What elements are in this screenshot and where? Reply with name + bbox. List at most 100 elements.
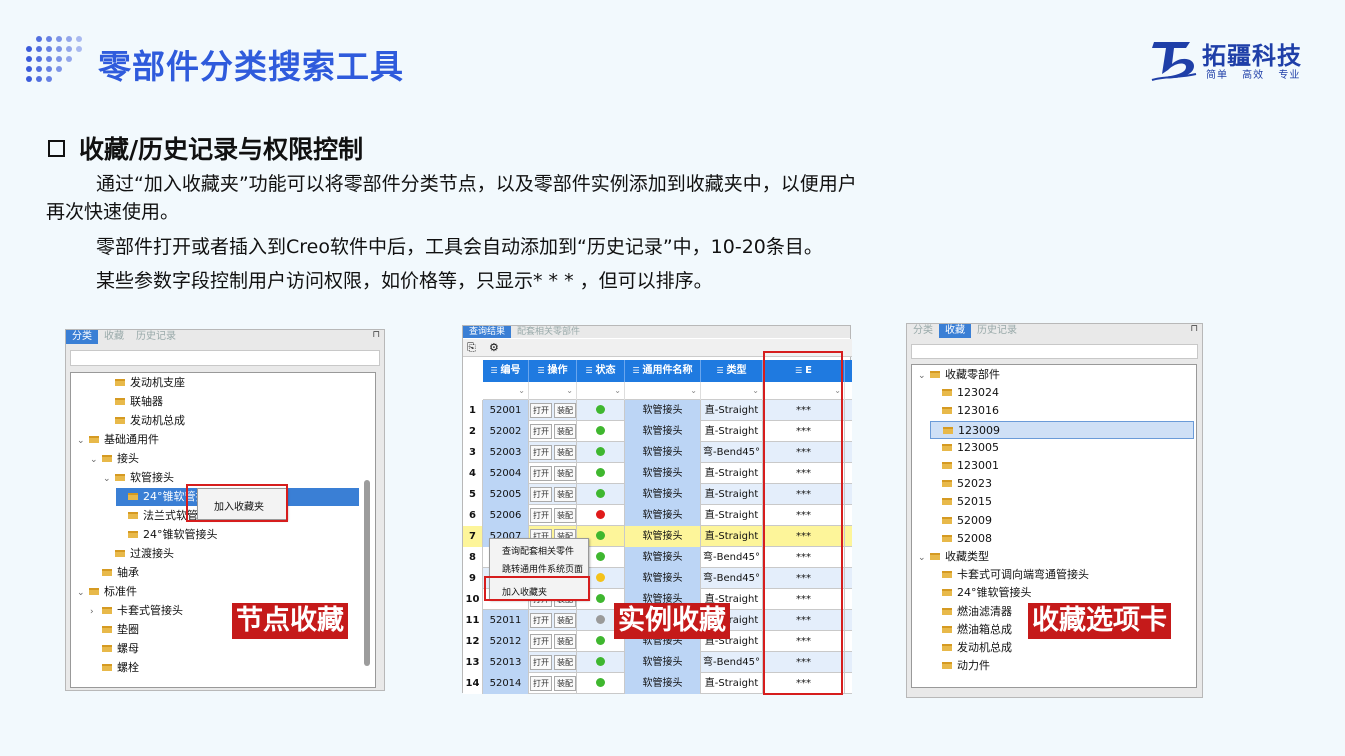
chevron-down-icon[interactable]: ⌄ — [77, 432, 89, 450]
tree-node[interactable]: 123016 — [930, 402, 999, 420]
chevron-down-icon[interactable]: ⌄ — [90, 451, 102, 469]
tab-query-results[interactable]: 查询结果 — [463, 326, 512, 338]
tree-node[interactable]: ⌄ 标准件 — [77, 583, 137, 601]
open-button[interactable]: 打开 — [530, 445, 552, 460]
chevron-down-icon[interactable]: ⌄ — [103, 470, 115, 488]
jump-to-system-menu-item[interactable]: 跳转通用件系统页面 — [502, 562, 583, 575]
filter-icon[interactable]: ☰ — [538, 366, 548, 375]
settings-icon[interactable]: ⚙ — [489, 341, 499, 354]
query-related-parts-menu-item[interactable]: 查询配套相关零件 — [502, 544, 574, 557]
tree-node[interactable]: 52008 — [930, 530, 992, 548]
open-button[interactable]: 打开 — [530, 655, 552, 670]
tree-node[interactable]: ⌄ 软管接头 — [103, 469, 174, 487]
tree-node[interactable]: 24°锥软管接头 — [116, 526, 218, 544]
favorites-tree[interactable]: ⌄ 收藏零部件 123024 123016 123009 123005 123001 5202… — [911, 364, 1197, 688]
filter-icon[interactable]: ☰ — [491, 366, 501, 375]
tab-history[interactable]: 历史记录 — [971, 324, 1023, 338]
assemble-button[interactable]: 装配 — [554, 613, 576, 628]
tree-node[interactable]: 发动机总成 — [103, 412, 185, 430]
tree-node[interactable]: 123024 — [930, 384, 999, 402]
chevron-down-icon[interactable]: ⌄ — [77, 584, 89, 602]
tab-favorites[interactable]: 收藏 — [98, 330, 130, 344]
open-button[interactable]: 打开 — [530, 424, 552, 439]
tree-node[interactable]: 垫圈 — [90, 621, 139, 639]
open-button[interactable]: 打开 — [530, 613, 552, 628]
tree-node[interactable]: 动力件 — [930, 657, 990, 675]
column-filter-dropdown[interactable]: ⌄ — [625, 382, 701, 400]
chevron-down-icon[interactable]: ⌄ — [918, 549, 930, 567]
open-button[interactable]: 打开 — [530, 466, 552, 481]
tree-node[interactable]: 123009 — [930, 420, 1194, 439]
open-button[interactable]: 打开 — [530, 487, 552, 502]
part-id: 52003 — [483, 442, 529, 463]
tree-node[interactable]: ⌄ 基础通用件 — [77, 431, 159, 449]
tree-node[interactable]: 24°锥软管接头 — [930, 584, 1032, 602]
column-filter-dropdown[interactable]: ⌄ — [701, 382, 763, 400]
assemble-button[interactable]: 装配 — [554, 403, 576, 418]
tree-node[interactable]: 螺栓 — [90, 659, 139, 677]
classification-tree[interactable]: 发动机支座 联轴器 发动机总成 ⌄ 基础通用件 ⌄ 接头 ⌄ 软管接头 24°锥软管接头 法兰式软管… — [70, 372, 376, 688]
tree-node[interactable]: 52009 — [930, 512, 992, 530]
assemble-button[interactable]: 装配 — [554, 424, 576, 439]
column-header[interactable]: ☰ 编号 — [483, 360, 529, 382]
tree-node-label: 发动机支座 — [130, 376, 185, 389]
folder-icon — [942, 389, 952, 397]
assemble-button[interactable]: 装配 — [554, 466, 576, 481]
tree-node[interactable]: 过渡接头 — [103, 545, 174, 563]
folder-icon — [942, 462, 952, 469]
row-actions: 打开装配 — [529, 466, 576, 481]
assemble-button[interactable]: 装配 — [554, 445, 576, 460]
tree-node[interactable]: 卡套式可调向端弯通管接头 — [930, 566, 1089, 584]
open-button[interactable]: 打开 — [530, 634, 552, 649]
tree-node[interactable]: 发动机支座 — [103, 374, 185, 392]
tab-favorites[interactable]: 收藏 — [939, 324, 971, 338]
tree-node[interactable]: 燃油滤清器 — [930, 603, 1012, 621]
chevron-right-icon[interactable]: › — [90, 603, 102, 621]
assemble-button[interactable]: 装配 — [554, 487, 576, 502]
filter-icon[interactable]: ☰ — [586, 366, 596, 375]
tab-classification[interactable]: 分类 — [907, 324, 939, 338]
search-input[interactable] — [911, 344, 1198, 359]
pin-icon[interactable]: ⊓ — [1190, 324, 1198, 334]
tree-node[interactable]: 轴承 — [90, 564, 139, 582]
pin-icon[interactable]: ⊓ — [372, 330, 380, 340]
assemble-button[interactable]: 装配 — [554, 676, 576, 691]
search-input[interactable] — [70, 350, 380, 366]
filter-icon[interactable]: ☰ — [633, 366, 643, 375]
open-button[interactable]: 打开 — [530, 508, 552, 523]
tree-node[interactable]: ⌄ 接头 — [90, 450, 139, 468]
column-header[interactable]: ☰ 通用件名称 — [625, 360, 701, 382]
tab-classification[interactable]: 分类 — [66, 330, 98, 344]
tree-scrollbar[interactable] — [364, 480, 370, 666]
filter-icon[interactable]: ☰ — [717, 366, 727, 375]
column-header[interactable]: ☰ 操作 — [529, 360, 577, 382]
tree-node[interactable]: 发动机总成 — [930, 639, 1012, 657]
column-filter-dropdown[interactable]: ⌄ — [529, 382, 577, 400]
tree-node[interactable]: 123001 — [930, 457, 999, 475]
assemble-button[interactable]: 装配 — [554, 508, 576, 523]
export-icon[interactable]: ⎘ — [467, 341, 476, 355]
tree-node[interactable]: 燃油箱总成 — [930, 621, 1012, 639]
tab-related-parts[interactable]: 配套相关零部件 — [511, 326, 586, 338]
tree-node[interactable]: 123005 — [930, 439, 999, 457]
tab-history[interactable]: 历史记录 — [130, 330, 182, 344]
column-header[interactable]: ☰ 状态 — [577, 360, 625, 382]
tree-node[interactable]: 螺母 — [90, 640, 139, 658]
open-button[interactable]: 打开 — [530, 676, 552, 691]
column-header[interactable]: ☰ 类型 — [701, 360, 763, 382]
assemble-button[interactable]: 装配 — [554, 655, 576, 670]
column-filter-dropdown[interactable]: ⌄ — [483, 382, 529, 400]
assemble-button[interactable]: 装配 — [554, 634, 576, 649]
part-type: 直-Straight — [701, 400, 763, 421]
column-filter-dropdown[interactable]: ⌄ — [577, 382, 625, 400]
tree-node[interactable]: 52023 — [930, 475, 992, 493]
tree-node[interactable]: 52015 — [930, 493, 992, 511]
open-button[interactable]: 打开 — [530, 403, 552, 418]
tree-node[interactable]: 联轴器 — [103, 393, 163, 411]
status-cell — [577, 505, 625, 526]
chevron-down-icon[interactable]: ⌄ — [918, 367, 930, 385]
logo-mark-icon — [1151, 42, 1197, 81]
tree-node[interactable]: › 卡套式管接头 — [90, 602, 183, 620]
tree-node[interactable]: ⌄ 收藏零部件 — [918, 366, 1000, 384]
tree-node[interactable]: ⌄ 收藏类型 — [918, 548, 989, 566]
